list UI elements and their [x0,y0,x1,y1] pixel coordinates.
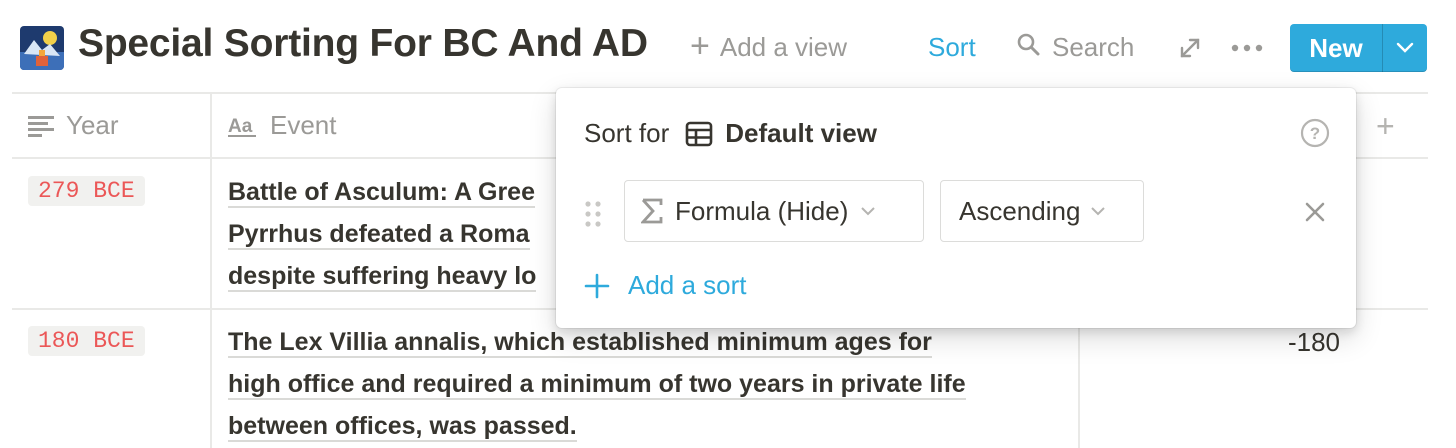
view-name: Default view [725,118,877,148]
new-button[interactable]: New [1290,24,1382,72]
table-view-icon [685,121,713,147]
add-view-label: Add a view [719,32,848,62]
formula-cell[interactable]: -180 [1200,327,1340,358]
event-text-line: Pyrrhus defeated a Roma [228,220,530,250]
column-divider [210,92,212,448]
remove-sort-close-icon[interactable] [1304,201,1326,223]
sort-direction-label: Ascending [959,195,1081,226]
search-button[interactable]: Search [1016,32,1134,63]
text-lines-icon [28,115,54,137]
add-view-button[interactable]: + Add a view [690,27,848,65]
search-label: Search [1052,32,1135,62]
drag-handle-icon[interactable] [584,200,602,228]
chevron-down-icon [1396,42,1414,53]
table-row[interactable]: 279 BCE [28,176,145,206]
event-cell[interactable]: The Lex Villia annalis, which establishe… [228,321,1068,447]
sort-property-label: Formula (Hide) [675,195,849,226]
plus-icon [584,273,610,298]
more-options-icon[interactable] [1230,36,1264,60]
expand-icon[interactable] [1178,36,1202,60]
database-icon[interactable] [20,26,64,70]
svg-text:?: ? [1310,124,1320,143]
event-cell[interactable]: Battle of Asculum: A Gree Pyrrhus defeat… [228,171,558,297]
event-text-line: between offices, was passed. [228,412,577,442]
column-header-event[interactable]: Aa Event [228,110,337,141]
event-text-line: The Lex Villia annalis, which establishe… [228,328,932,358]
sort-button[interactable]: Sort [928,32,976,63]
sort-direction-select[interactable]: Ascending [940,180,1144,242]
new-button-group: New [1290,24,1427,72]
add-column-plus-icon[interactable]: + [1376,110,1395,142]
add-sort-label: Add a sort [628,270,747,300]
sigma-icon [641,198,663,224]
sort-for-heading: Sort for Default view [584,118,877,149]
search-icon [1016,32,1040,63]
page-title: Special Sorting For BC And AD [78,22,648,65]
event-text-line: Battle of Asculum: A Gree [228,178,535,208]
sort-property-select[interactable]: Formula (Hide) [624,180,924,242]
column-label: Year [66,110,119,140]
table-row[interactable]: 180 BCE [28,326,145,356]
column-label: Event [270,110,337,140]
chevron-down-icon [1091,207,1106,216]
sort-for-label: Sort for [584,118,670,148]
column-header-year[interactable]: Year [28,110,119,141]
event-text-line: high office and required a minimum of tw… [228,370,966,400]
svg-text:Aa: Aa [228,116,253,137]
year-tag: 180 BCE [28,326,145,356]
help-icon[interactable]: ? [1300,118,1330,148]
column-divider [1078,308,1080,448]
event-text-line: despite suffering heavy lo [228,262,537,292]
plus-icon: + [690,27,710,65]
text-aa-icon: Aa [228,116,256,137]
year-tag: 279 BCE [28,176,145,206]
sort-popup: Sort for Default view ? Formula (Hide) A… [556,88,1356,328]
chevron-down-icon [861,207,876,216]
add-sort-button[interactable]: Add a sort [584,270,747,301]
header-bar: Special Sorting For BC And AD + Add a vi… [0,0,1456,95]
new-dropdown-button[interactable] [1383,24,1427,72]
